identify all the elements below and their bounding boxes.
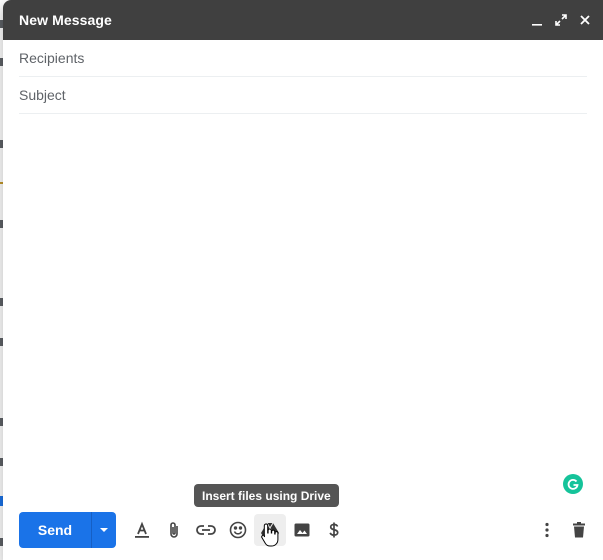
minimize-icon[interactable] — [525, 8, 549, 32]
insert-photo-icon[interactable] — [286, 514, 318, 546]
compose-toolbar: Send — [19, 512, 595, 548]
chevron-down-icon — [100, 528, 108, 532]
subject-placeholder: Subject — [19, 87, 66, 103]
message-body[interactable] — [19, 114, 587, 480]
recipients-placeholder: Recipients — [19, 50, 85, 66]
format-tools — [126, 514, 350, 546]
discard-draft-icon[interactable] — [563, 514, 595, 546]
send-group: Send — [19, 512, 116, 548]
compose-header[interactable]: New Message — [3, 0, 603, 40]
fullscreen-icon[interactable] — [549, 8, 573, 32]
schedule-send-dropdown[interactable] — [91, 512, 116, 548]
insert-emoji-icon[interactable] — [222, 514, 254, 546]
compose-window: New Message Recipients Subject Insert fi… — [3, 0, 603, 560]
send-button[interactable]: Send — [19, 512, 91, 548]
header-controls — [525, 8, 597, 32]
drive-tooltip: Insert files using Drive — [194, 484, 339, 507]
compose-title: New Message — [19, 12, 112, 28]
more-options-icon[interactable] — [531, 514, 563, 546]
grammarly-icon[interactable] — [563, 474, 583, 494]
insert-link-icon[interactable] — [190, 514, 222, 546]
send-money-icon[interactable] — [318, 514, 350, 546]
attach-files-icon[interactable] — [158, 514, 190, 546]
recipients-field[interactable]: Recipients — [19, 40, 587, 77]
formatting-options-icon[interactable] — [126, 514, 158, 546]
hand-cursor-icon — [261, 523, 279, 547]
close-icon[interactable] — [573, 8, 597, 32]
subject-field[interactable]: Subject — [19, 77, 587, 114]
